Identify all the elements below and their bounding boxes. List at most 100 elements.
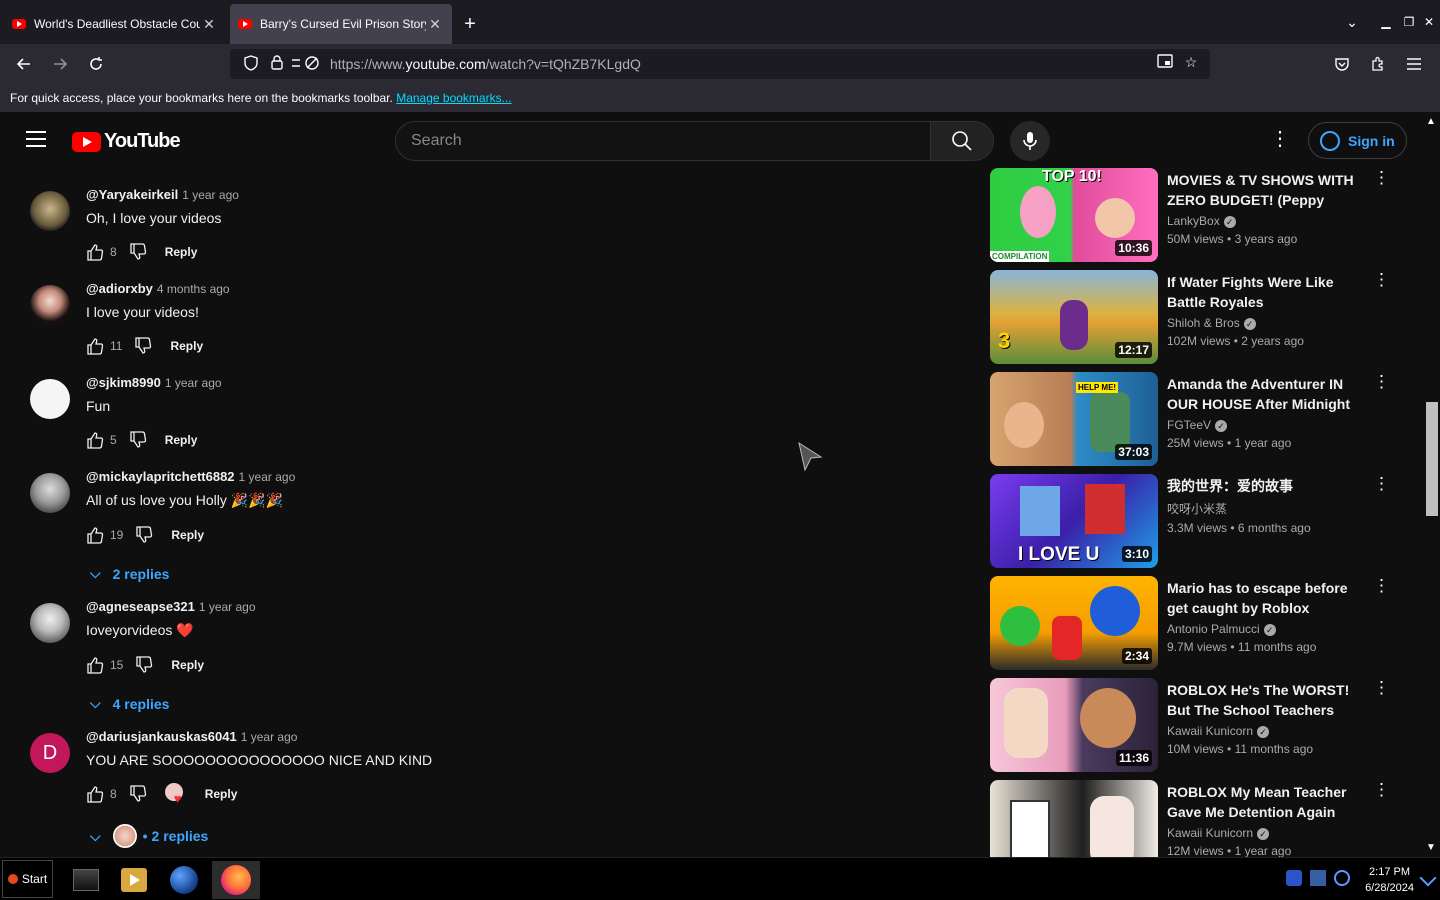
video-more-icon[interactable]: ⋮	[1373, 577, 1390, 598]
close-window-button[interactable]: ✕	[1418, 15, 1440, 29]
scroll-down-icon[interactable]: ▼	[1426, 842, 1436, 853]
dislike-icon[interactable]	[129, 431, 147, 449]
like-icon[interactable]	[86, 785, 104, 803]
video-title[interactable]: If Water Fights Were Like Battle Royales	[1167, 272, 1367, 312]
voice-search-button[interactable]	[1010, 121, 1050, 161]
channel-name[interactable]: Kawaii Kunicorn	[1167, 826, 1253, 840]
taskbar-app-firefox[interactable]	[212, 861, 260, 899]
search-input[interactable]: Search	[395, 121, 931, 161]
channel-name[interactable]: 咬呀小米蒸	[1167, 502, 1227, 516]
channel-name[interactable]: LankyBox	[1167, 214, 1220, 228]
video-thumbnail[interactable]: 2:34	[990, 576, 1158, 670]
tray-network-icon[interactable]	[1310, 870, 1326, 886]
video-thumbnail[interactable]: TOP 10! COMPILATION 10:36	[990, 168, 1158, 262]
view-replies-button[interactable]: ⌵ 4 replies	[90, 695, 256, 712]
reply-button[interactable]: Reply	[165, 245, 198, 259]
like-icon[interactable]	[86, 656, 104, 674]
reload-button[interactable]	[78, 48, 114, 80]
comment-author[interactable]: @sjkim8990	[86, 375, 161, 390]
search-button[interactable]	[930, 121, 994, 161]
recommended-video[interactable]: ROBLOX My Mean Teacher Gave Me Detention…	[990, 780, 1410, 857]
video-thumbnail[interactable]: 3 12:17	[990, 270, 1158, 364]
dislike-icon[interactable]	[129, 785, 147, 803]
tracking-shield-icon[interactable]	[238, 54, 264, 74]
new-tab-button[interactable]: +	[452, 4, 488, 44]
picture-in-picture-icon[interactable]	[1152, 54, 1178, 71]
video-more-icon[interactable]: ⋮	[1373, 373, 1390, 394]
video-title[interactable]: MOVIES & TV SHOWS WITH ZERO BUDGET! (Pep…	[1167, 170, 1367, 210]
video-title[interactable]: ROBLOX He's The WORST! But The School Te…	[1167, 680, 1367, 720]
avatar[interactable]	[30, 285, 70, 325]
permissions-icon[interactable]	[290, 55, 319, 74]
tab-active[interactable]: Barry's Cursed Evil Prison Story ✕	[230, 4, 452, 44]
comment-time[interactable]: 1 year ago	[241, 730, 298, 744]
bookmark-star-icon[interactable]: ☆	[1178, 54, 1204, 71]
reply-button[interactable]: Reply	[205, 787, 238, 801]
recommended-video[interactable]: 3 12:17 If Water Fights Were Like Battle…	[990, 270, 1410, 364]
restore-button[interactable]: ❐	[1400, 15, 1418, 29]
youtube-logo[interactable]: YouTube	[72, 130, 181, 153]
reply-button[interactable]: Reply	[165, 433, 198, 447]
taskbar-app-globe[interactable]	[164, 861, 204, 899]
like-icon[interactable]	[86, 243, 104, 261]
scrollbar-thumb[interactable]	[1426, 402, 1438, 516]
video-thumbnail[interactable]: HELP ME! 37:03	[990, 372, 1158, 466]
dislike-icon[interactable]	[129, 243, 147, 261]
comment-time[interactable]: 4 months ago	[157, 282, 230, 296]
video-title[interactable]: ROBLOX My Mean Teacher Gave Me Detention…	[1167, 782, 1367, 822]
comment-time[interactable]: 1 year ago	[182, 188, 239, 202]
sign-in-button[interactable]: Sign in	[1308, 122, 1407, 159]
video-thumbnail[interactable]	[990, 780, 1158, 857]
start-button[interactable]: Start	[2, 860, 53, 898]
address-bar[interactable]: https://www.youtube.com/watch?v=tQhZB7KL…	[230, 49, 1210, 79]
video-more-icon[interactable]: ⋮	[1373, 679, 1390, 700]
comment-time[interactable]: 1 year ago	[199, 600, 256, 614]
like-icon[interactable]	[86, 431, 104, 449]
recommended-video[interactable]: 2:34 Mario has to escape before get caug…	[990, 576, 1410, 670]
comment-time[interactable]: 1 year ago	[239, 470, 296, 484]
video-title[interactable]: Mario has to escape before get caught by…	[1167, 578, 1367, 618]
app-menu-button[interactable]	[1396, 48, 1432, 80]
close-tab-icon[interactable]: ✕	[426, 16, 444, 33]
channel-name[interactable]: Kawaii Kunicorn	[1167, 724, 1253, 738]
taskbar-app-terminal[interactable]	[66, 861, 106, 899]
dislike-icon[interactable]	[135, 526, 153, 544]
avatar[interactable]	[30, 379, 70, 419]
reply-button[interactable]: Reply	[170, 339, 203, 353]
channel-name[interactable]: Antonio Palmucci	[1167, 622, 1260, 636]
video-more-icon[interactable]: ⋮	[1373, 271, 1390, 292]
minimize-button[interactable]: ▁	[1372, 15, 1400, 29]
scroll-up-icon[interactable]: ▲	[1426, 116, 1436, 127]
system-clock[interactable]: 2:17 PM 6/28/2024	[1365, 864, 1414, 896]
video-title[interactable]: 我的世界：爱的故事	[1167, 476, 1367, 496]
channel-name[interactable]: Shiloh & Bros	[1167, 316, 1240, 330]
video-more-icon[interactable]: ⋮	[1373, 475, 1390, 496]
url-text[interactable]: https://www.youtube.com/watch?v=tQhZB7KL…	[330, 56, 641, 72]
page-scrollbar[interactable]: ▲ ▼	[1422, 112, 1440, 857]
back-button[interactable]	[6, 48, 42, 80]
tray-volume-icon[interactable]	[1334, 870, 1350, 886]
comment-author[interactable]: @agneseapse321	[86, 599, 195, 614]
comment-author[interactable]: @Yaryakeirkeil	[86, 187, 178, 202]
video-more-icon[interactable]: ⋮	[1373, 169, 1390, 190]
dislike-icon[interactable]	[135, 656, 153, 674]
taskbar-app-media[interactable]	[114, 861, 154, 899]
recommended-video[interactable]: HELP ME! 37:03 Amanda the Adventurer IN …	[990, 372, 1410, 466]
like-icon[interactable]	[86, 337, 104, 355]
show-desktop-icon[interactable]	[1419, 869, 1437, 887]
settings-more-icon[interactable]: ⋮	[1270, 129, 1290, 152]
tab-list-chevron-icon[interactable]: ⌄	[1332, 14, 1372, 31]
reply-button[interactable]: Reply	[171, 528, 204, 542]
comment-author[interactable]: @dariusjankauskas6041	[86, 729, 237, 744]
comment-author[interactable]: @adiorxby	[86, 281, 153, 296]
forward-button[interactable]	[42, 48, 78, 80]
close-tab-icon[interactable]: ✕	[200, 16, 218, 33]
dislike-icon[interactable]	[134, 337, 152, 355]
view-replies-button[interactable]: ⌵ • 2 replies	[90, 824, 432, 848]
video-more-icon[interactable]: ⋮	[1373, 781, 1390, 802]
tray-shield-icon[interactable]	[1286, 870, 1302, 886]
recommended-video[interactable]: 11:36 ROBLOX He's The WORST! But The Sch…	[990, 678, 1410, 772]
comment-author[interactable]: @mickaylapritchett6882	[86, 469, 235, 484]
channel-name[interactable]: FGTeeV	[1167, 418, 1211, 432]
manage-bookmarks-link[interactable]: Manage bookmarks...	[396, 91, 511, 105]
